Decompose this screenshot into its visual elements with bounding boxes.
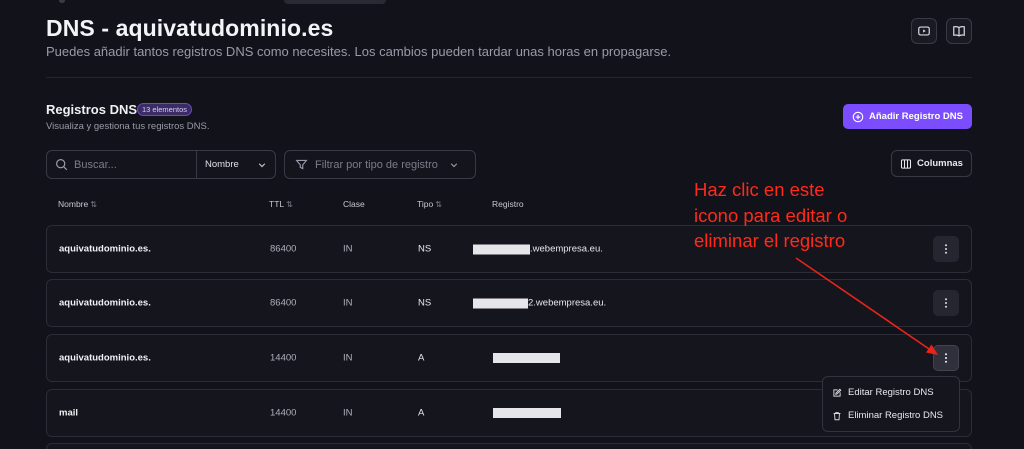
annotation-arrow [795,257,938,355]
